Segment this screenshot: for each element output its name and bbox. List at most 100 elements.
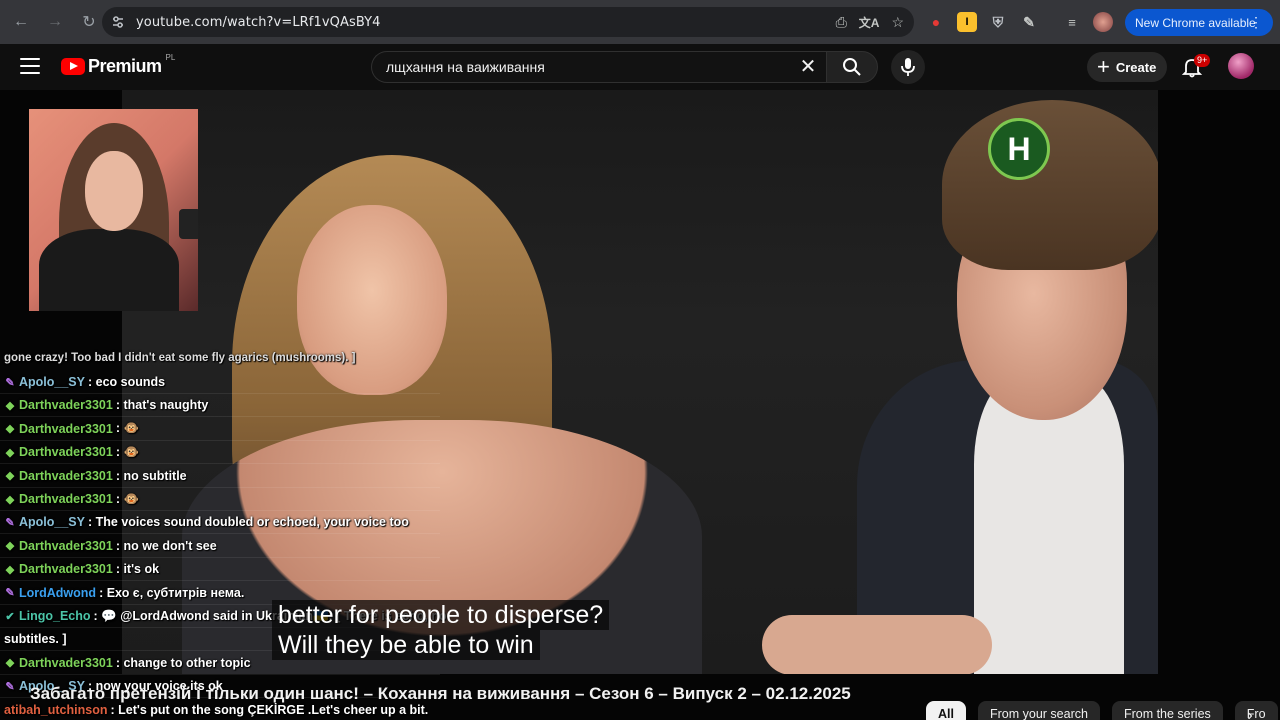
chat-username: LordAdwond	[19, 585, 97, 600]
profile-icon[interactable]	[1093, 12, 1113, 32]
microphone-icon	[901, 58, 915, 76]
extension-shield-icon[interactable]: ⛨	[988, 12, 1008, 32]
chat-text: : it's ok	[115, 562, 160, 577]
clear-search-icon[interactable]: ✕	[796, 56, 820, 78]
search-icon	[843, 58, 861, 76]
chat-message: ✎ Apolo__SY: eco sounds	[4, 372, 165, 392]
browser-toolbar: ← → ↻ youtube.com/watch?v=LRf1vQAsBY4 ⎙ …	[0, 0, 1280, 44]
new-chrome-available-button[interactable]: New Chrome available ⋮	[1125, 9, 1273, 36]
chat-message: ◆ Darthvader3301: 🐵	[4, 419, 139, 439]
chat-text: : no we don't see	[115, 538, 217, 553]
chat-username: Darthvader3301	[19, 421, 113, 436]
search-input[interactable]: лщхання на ваиживання ✕	[371, 51, 826, 83]
chat-row-divider	[0, 439, 440, 441]
diamond-badge-icon: ◆	[5, 563, 15, 576]
site-settings-icon[interactable]	[104, 8, 132, 36]
youtube-play-icon	[61, 58, 85, 75]
chat-message: ◆ Darthvader3301: that's naughty	[4, 395, 209, 415]
brush-badge-icon: ✎	[5, 516, 15, 529]
diamond-badge-icon: ◆	[5, 657, 15, 670]
url-text: youtube.com/watch?v=LRf1vQAsBY4	[136, 14, 381, 30]
diamond-badge-icon: ◆	[5, 470, 15, 483]
bookmark-star-icon[interactable]: ☆	[891, 14, 904, 31]
country-code: PL	[165, 53, 176, 62]
new-chrome-label: New Chrome available	[1135, 15, 1256, 30]
chat-username: Darthvader3301	[19, 468, 113, 483]
chat-text: : Ехо є, субтитрів нема.	[99, 585, 245, 600]
chat-username: Lingo_Echo	[19, 609, 91, 623]
chat-message: ◆ Darthvader3301: 🐵	[4, 442, 139, 462]
channel-watermark-logo: H	[988, 118, 1050, 180]
diamond-badge-icon: ◆	[5, 493, 15, 506]
chat-text: subtitles. ]	[4, 632, 67, 647]
chat-text: : that's naughty	[115, 398, 209, 413]
video-title: Забагато претензій і тільки один шанс! –…	[30, 684, 851, 703]
chat-text: : 🐵	[115, 421, 140, 436]
create-button[interactable]: + Create	[1087, 52, 1167, 82]
chat-row-divider	[0, 393, 440, 394]
filter-chip[interactable]: From your search	[977, 701, 1100, 720]
address-bar[interactable]: youtube.com/watch?v=LRf1vQAsBY4 ⎙ 文A ☆	[102, 7, 914, 37]
chat-username: Darthvader3301	[19, 492, 113, 506]
subtitle-line: better for people to disperse?	[272, 600, 610, 630]
cast-icon[interactable]: ⎙	[836, 14, 847, 31]
chat-row-divider	[0, 510, 440, 511]
chat-text: : 🐵	[115, 491, 140, 506]
extensions-puzzle-icon[interactable]: ✎	[1019, 12, 1039, 32]
extension-yellow-icon[interactable]: I	[957, 12, 977, 32]
subtitle-line: Will they be able to win	[272, 630, 540, 660]
youtube-logo[interactable]: Premium PL	[61, 53, 176, 77]
chat-message: ✎ LordAdwond: Ехо є, субтитрів нема.	[4, 583, 244, 603]
extension-red-icon[interactable]: ●	[926, 12, 946, 32]
chat-username: Darthvader3301	[19, 562, 113, 577]
filter-chip[interactable]: All	[926, 701, 966, 720]
chat-username: Apolo__SY	[19, 375, 85, 389]
media-controls-icon[interactable]: ≡	[1062, 12, 1082, 32]
chat-username: Darthvader3301	[19, 538, 113, 553]
chat-username: Apolo__SY	[19, 515, 85, 530]
chat-message: ◆ Darthvader3301: no we don't see	[4, 536, 217, 556]
voice-search-button[interactable]	[891, 50, 925, 84]
translate-icon[interactable]: 文A	[859, 14, 880, 31]
more-vertical-icon[interactable]: ⋮	[1249, 14, 1263, 31]
chat-row-divider	[0, 463, 440, 465]
chat-row-divider	[0, 416, 440, 418]
chevron-right-icon[interactable]: ›	[1238, 704, 1262, 720]
chat-username: Darthvader3301	[19, 398, 113, 413]
chat-row-divider	[0, 673, 440, 675]
logo-text: Premium	[88, 56, 162, 76]
chat-text: : change to other topic	[115, 655, 251, 670]
chat-text: : 🐵	[115, 444, 140, 459]
back-icon[interactable]: ←	[6, 7, 36, 37]
search-query: лщхання на ваиживання	[386, 59, 545, 75]
search-button[interactable]	[826, 51, 878, 83]
chat-row-divider	[0, 486, 440, 488]
chat-message: ◆ Darthvader3301: change to other topic	[4, 653, 251, 673]
streamer-webcam	[29, 109, 198, 311]
related-filter-chips: All From your search From the series Fro	[926, 701, 1278, 720]
brush-badge-icon: ✎	[5, 587, 15, 600]
create-label: Create	[1115, 59, 1157, 75]
video-player[interactable]: H gone crazy! Too bad I didn't eat some …	[0, 90, 1280, 720]
chat-text: : The voices sound doubled or echoed, yo…	[88, 515, 409, 530]
chat-row-divider	[0, 580, 440, 582]
chat-text: : no subtitle	[115, 468, 187, 483]
check-badge-icon: ✔	[5, 610, 15, 623]
chat-message: ◆ Darthvader3301: no subtitle	[4, 466, 187, 486]
chat-message: ✎ Apolo__SY: The voices sound doubled or …	[4, 512, 409, 532]
reload-icon[interactable]: ↻	[74, 7, 104, 37]
account-avatar[interactable]	[1228, 53, 1254, 79]
chat-username: Darthvader3301	[19, 445, 113, 460]
menu-icon[interactable]	[20, 58, 40, 74]
chat-message: ◆ Darthvader3301: 🐵	[4, 489, 139, 509]
forward-icon[interactable]: →	[40, 7, 70, 37]
chat-fragment: gone crazy! Too bad I didn't eat some fl…	[4, 352, 356, 364]
chat-text: : eco sounds	[88, 375, 166, 389]
subtitles: better for people to disperse? Will they…	[272, 600, 610, 660]
video-frame: H	[122, 90, 1158, 674]
youtube-header: Premium PL лщхання на ваиживання ✕ + Cre…	[0, 44, 1280, 90]
filter-chip[interactable]: From the series	[1111, 701, 1223, 720]
diamond-badge-icon: ◆	[5, 423, 15, 436]
chat-row-divider	[0, 533, 440, 535]
diamond-badge-icon: ◆	[5, 540, 15, 553]
